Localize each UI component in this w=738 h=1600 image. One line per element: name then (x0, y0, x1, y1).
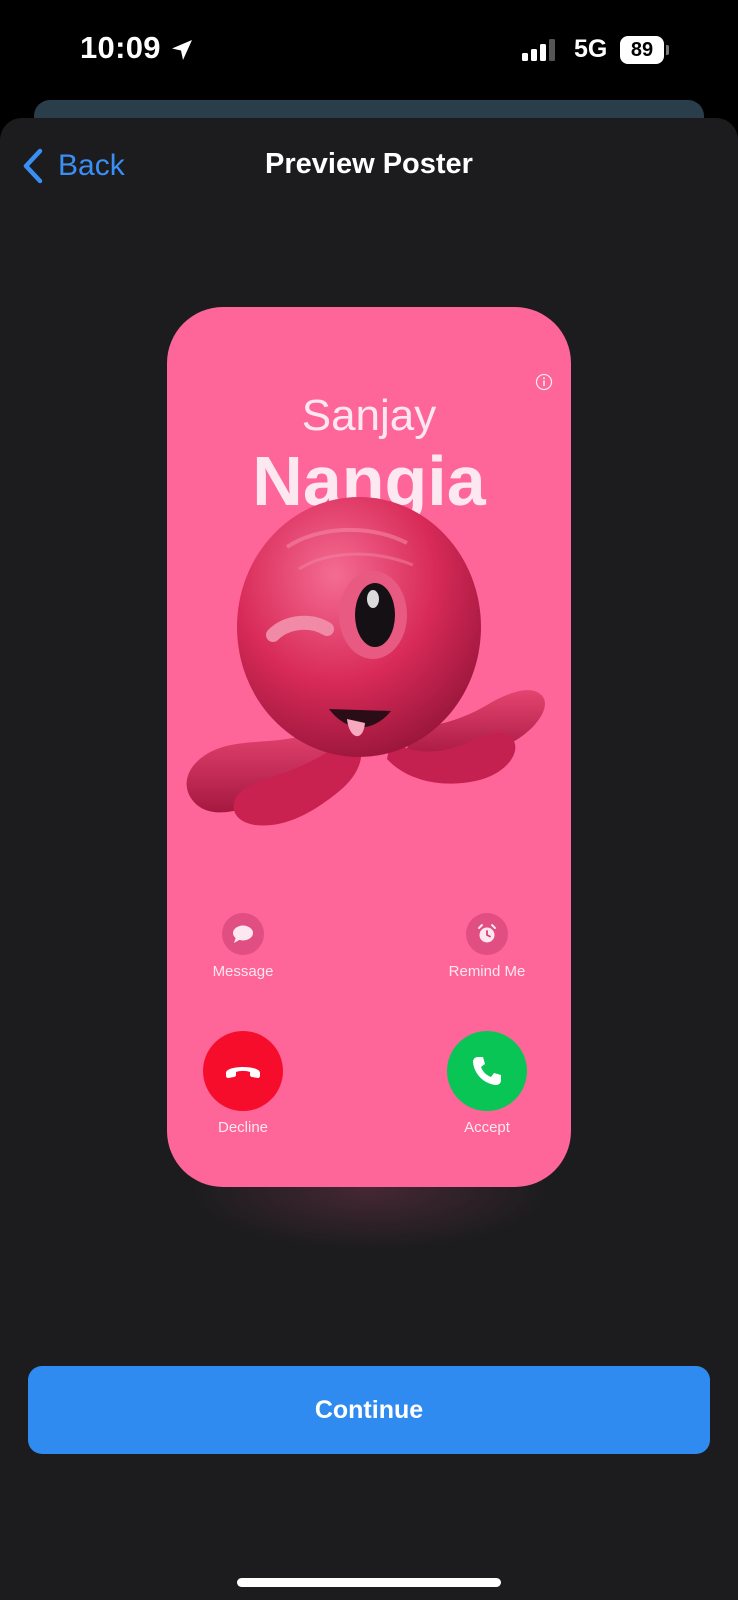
contact-poster-preview: Sanjay Nangia Message Remind Me Decline … (167, 307, 571, 1187)
remind-me-action[interactable]: Remind Me (417, 913, 557, 980)
accept-button[interactable] (447, 1031, 527, 1111)
phone-icon (473, 1057, 501, 1085)
network-type: 5G (574, 35, 608, 63)
accept-label: Accept (464, 1119, 510, 1136)
info-icon[interactable] (535, 373, 553, 391)
location-arrow-icon (172, 40, 192, 60)
message-label: Message (212, 963, 274, 980)
message-circle (222, 913, 264, 955)
alarm-clock-icon (478, 924, 496, 943)
status-time: 10:09 (80, 30, 161, 65)
accept-action[interactable]: Accept (417, 1031, 557, 1136)
battery-tip (666, 45, 669, 55)
page-title: Preview Poster (265, 148, 473, 180)
continue-button[interactable]: Continue (28, 1366, 710, 1454)
octopus-memoji (186, 497, 545, 826)
message-action[interactable]: Message (173, 913, 313, 980)
battery-icon: 89 (620, 36, 669, 64)
contact-first-name: Sanjay (301, 391, 437, 440)
battery-level: 89 (620, 36, 664, 64)
decline-label: Decline (217, 1119, 269, 1136)
decline-button[interactable] (203, 1031, 283, 1111)
decline-action[interactable]: Decline (173, 1031, 313, 1136)
end-call-icon (226, 1067, 260, 1078)
home-indicator[interactable] (237, 1578, 501, 1587)
remind-me-label: Remind Me (448, 963, 526, 980)
remind-me-circle (466, 913, 508, 955)
message-bubble-icon (233, 925, 253, 943)
cellular-signal-icon (522, 39, 555, 61)
status-bar: 10:09 5G 89 (0, 0, 738, 100)
